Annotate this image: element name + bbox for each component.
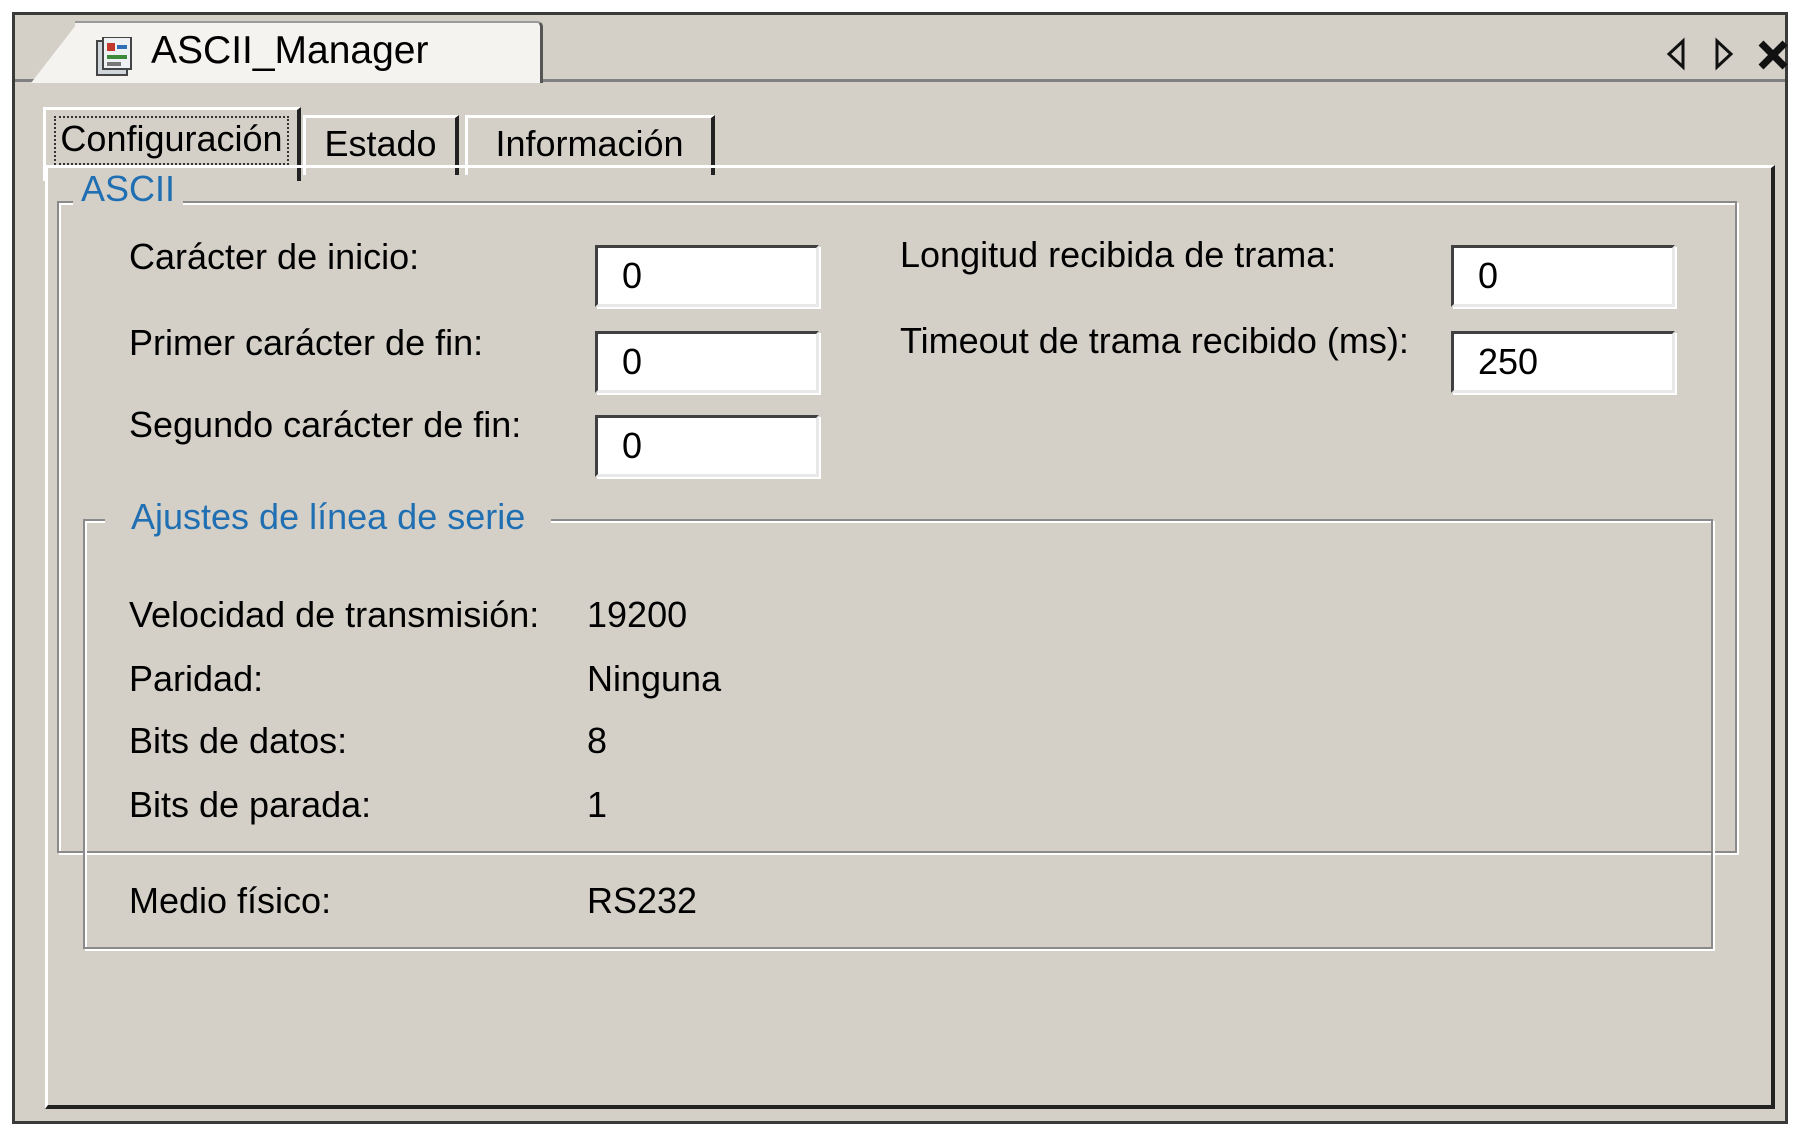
serial-settings-legend: Ajustes de línea de serie [105,495,552,543]
physical-medium-value: RS232 [587,880,698,921]
document-tab-slant [31,21,79,83]
stop-bits-label: Bits de parada: [129,784,372,825]
frame-timeout-label: Timeout de trama recibido (ms): [900,320,1409,361]
physical-medium-label: Medio físico: [129,880,332,921]
baud-rate-label: Velocidad de transmisión: [129,594,540,635]
first-end-char-input[interactable] [595,331,819,393]
close-x-icon[interactable] [1753,35,1793,75]
ascii-group-legend: ASCII [73,169,184,209]
tab-configuracion-label: Configuración [60,118,283,159]
tab-informacion-label: Información [495,123,684,164]
first-end-char-label: Primer carácter de fin: [129,322,484,363]
parity-value: Ninguna [587,658,722,699]
data-bits-value: 8 [587,720,608,761]
start-char-label: Carácter de inicio: [129,236,420,277]
start-char-input[interactable] [595,245,819,307]
stop-bits-value: 1 [587,784,608,825]
baud-rate-value: 19200 [587,594,688,635]
data-bits-label: Bits de datos: [129,720,348,761]
second-end-char-label: Segundo carácter de fin: [129,404,522,445]
frame-length-label: Longitud recibida de trama: [900,234,1337,275]
document-config-icon [96,37,132,76]
parity-label: Paridad: [129,658,264,699]
tab-estado-label: Estado [324,123,437,164]
frame-timeout-input[interactable] [1451,331,1675,393]
second-end-char-input[interactable] [595,415,819,477]
triangle-left-icon[interactable] [1663,37,1689,71]
frame-length-input[interactable] [1451,245,1675,307]
document-tab-strip: ASCII_Manager [15,15,1788,83]
triangle-right-icon[interactable] [1711,37,1737,71]
document-tab-title: ASCII_Manager [151,29,429,72]
editor-window: ASCII_Manager Configuración Estado Infor… [12,12,1788,1124]
